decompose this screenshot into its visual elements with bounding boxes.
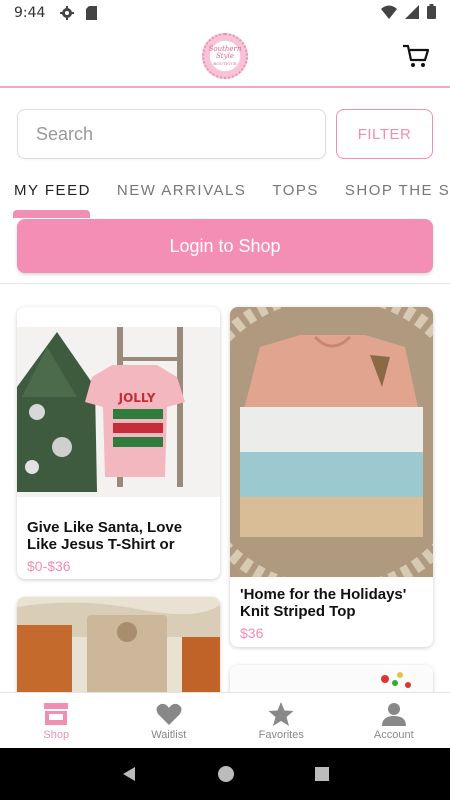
- logo-subtext: BOUTIQUE: [213, 60, 237, 66]
- nav-waitlist-label: Waitlist: [151, 729, 187, 741]
- wifi-icon: [381, 5, 397, 22]
- settings-icon: [59, 5, 75, 21]
- star-icon: [268, 702, 294, 726]
- nav-shop-label: Shop: [43, 729, 70, 741]
- shirt-print-text: JOLLY: [118, 391, 156, 405]
- status-time: 9:44: [14, 5, 46, 21]
- product-price: $36: [240, 625, 264, 641]
- recents-icon[interactable]: [314, 766, 330, 782]
- sd-card-icon: [83, 5, 99, 21]
- bottom-navigation: Shop Waitlist Favorites Account: [0, 692, 450, 748]
- app-header: Southern Style BOUTIQUE: [0, 26, 450, 88]
- system-navigation-bar: [0, 748, 450, 800]
- divider: [0, 283, 450, 284]
- cart-button[interactable]: [402, 42, 430, 70]
- product-price: $0-$36: [27, 558, 71, 574]
- signal-icon: [405, 4, 419, 22]
- cart-icon: [403, 44, 430, 67]
- login-to-shop-button[interactable]: Login to Shop: [17, 219, 433, 273]
- search-input[interactable]: Search: [17, 109, 326, 159]
- nav-account-label: Account: [373, 729, 414, 741]
- status-bar: 9:44: [0, 0, 450, 26]
- back-icon[interactable]: [120, 765, 138, 783]
- logo-text: Southern Style: [208, 44, 242, 60]
- heart-icon: [156, 703, 182, 725]
- product-image[interactable]: JOLLY: [17, 327, 220, 497]
- nav-account[interactable]: Account: [338, 693, 450, 748]
- product-title: Give Like Santa, Love Like Jesus T-Shirt…: [27, 519, 183, 553]
- search-placeholder: Search: [36, 123, 94, 144]
- tab-tops[interactable]: TOPS: [259, 170, 332, 220]
- product-image[interactable]: [230, 307, 433, 599]
- filter-button[interactable]: FILTER: [336, 109, 433, 159]
- nav-shop[interactable]: Shop: [0, 693, 113, 748]
- home-icon[interactable]: [217, 765, 235, 783]
- shop-icon: [44, 703, 69, 725]
- tab-shop-the-style[interactable]: SHOP THE ST: [332, 170, 450, 220]
- nav-waitlist[interactable]: Waitlist: [113, 693, 226, 748]
- nav-favorites[interactable]: Favorites: [225, 693, 338, 748]
- product-card[interactable]: 'Home for the Holidays' Knit Striped Top…: [230, 307, 433, 647]
- account-icon: [381, 703, 406, 726]
- product-title: 'Home for the Holidays' Knit Striped Top: [240, 586, 407, 620]
- tab-new-arrivals[interactable]: NEW ARRIVALS: [104, 170, 259, 220]
- battery-icon: [427, 4, 436, 22]
- brand-logo[interactable]: Southern Style BOUTIQUE: [202, 33, 248, 79]
- active-tab-indicator: [13, 210, 90, 218]
- nav-favorites-label: Favorites: [258, 729, 304, 741]
- product-card[interactable]: JOLLY Give Like Santa, Love Like Jesus T…: [17, 307, 220, 579]
